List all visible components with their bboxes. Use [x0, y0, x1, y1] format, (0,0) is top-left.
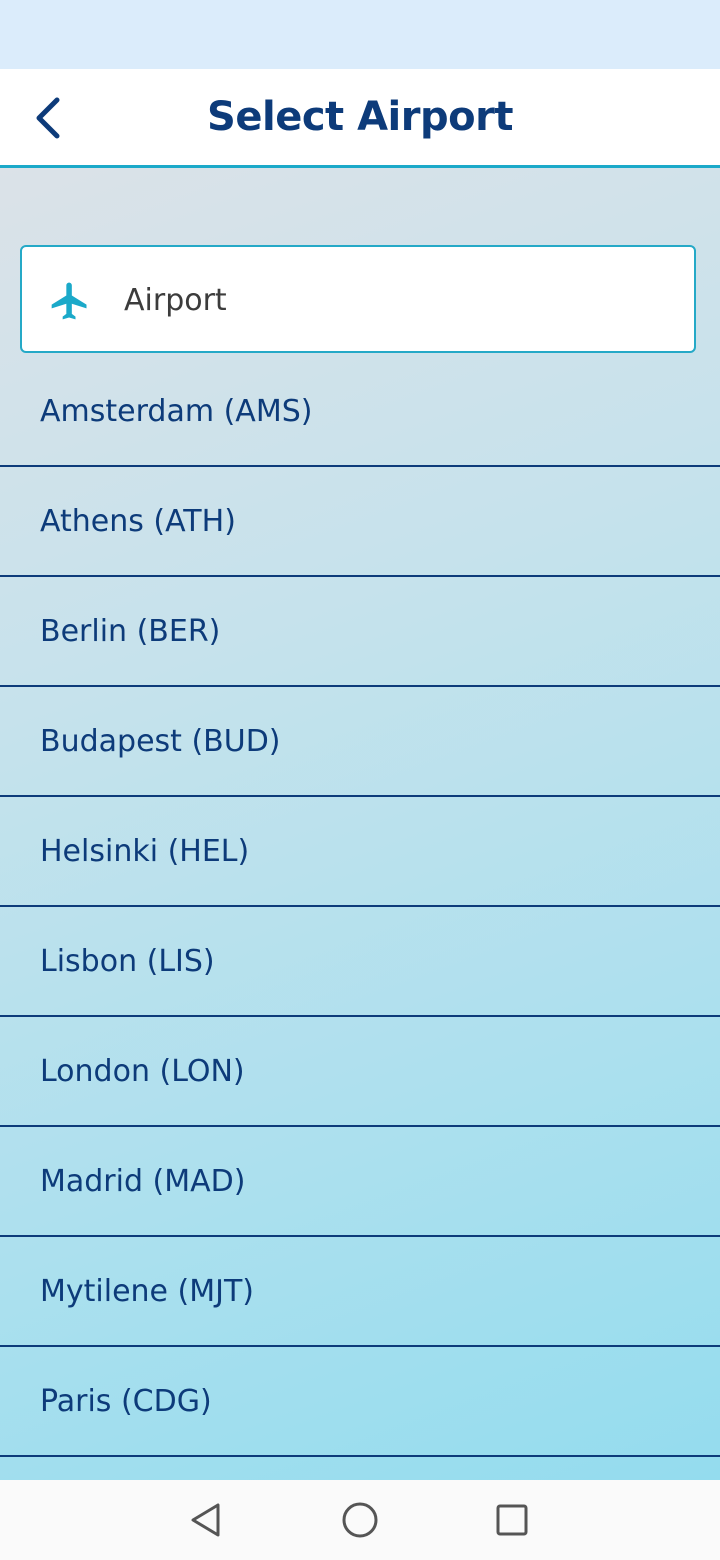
nav-home-button[interactable]	[338, 1498, 382, 1542]
nav-recents-icon	[496, 1504, 528, 1536]
page-title: Select Airport	[207, 94, 513, 140]
status-bar	[0, 0, 720, 69]
content-area: Amsterdam (AMS) Athens (ATH) Berlin (BER…	[0, 168, 720, 1480]
system-nav-bar	[0, 1480, 720, 1560]
airport-item-cdg[interactable]: Paris (CDG)	[0, 1347, 720, 1457]
airport-item-ath[interactable]: Athens (ATH)	[0, 467, 720, 577]
chevron-left-icon	[36, 97, 60, 139]
airplane-icon	[51, 282, 87, 320]
nav-back-button[interactable]	[184, 1498, 228, 1542]
nav-home-icon	[342, 1502, 378, 1538]
search-box[interactable]	[20, 245, 696, 353]
airport-item-ams[interactable]: Amsterdam (AMS)	[0, 357, 720, 467]
search-input[interactable]	[124, 267, 664, 333]
nav-back-icon	[191, 1503, 220, 1537]
airport-item-bud[interactable]: Budapest (BUD)	[0, 687, 720, 797]
airport-list: Amsterdam (AMS) Athens (ATH) Berlin (BER…	[0, 357, 720, 1457]
airport-item-lis[interactable]: Lisbon (LIS)	[0, 907, 720, 1017]
back-button[interactable]	[22, 92, 74, 144]
airport-item-ber[interactable]: Berlin (BER)	[0, 577, 720, 687]
airport-item-mjt[interactable]: Mytilene (MJT)	[0, 1237, 720, 1347]
airport-item-hel[interactable]: Helsinki (HEL)	[0, 797, 720, 907]
airport-item-mad[interactable]: Madrid (MAD)	[0, 1127, 720, 1237]
airport-item-lon[interactable]: London (LON)	[0, 1017, 720, 1127]
nav-recents-button[interactable]	[490, 1498, 534, 1542]
app-bar: Select Airport	[0, 69, 720, 168]
